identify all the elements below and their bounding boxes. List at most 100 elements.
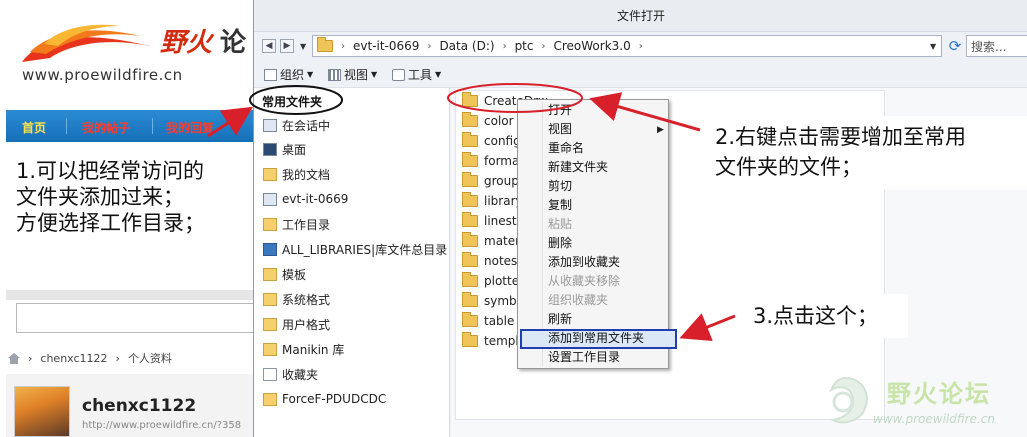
watermark: 野火论坛 www.proewildfire.cn xyxy=(815,370,1027,437)
annotation-2: 2.右键点击需要增加至常用 文件夹的文件； xyxy=(703,116,1027,190)
tools-label: 工具 xyxy=(408,68,433,82)
folder-icon xyxy=(462,172,478,187)
menu-item-new-folder[interactable]: 新建文件夹 xyxy=(548,158,608,177)
organize-menu[interactable]: 组织 ▼ xyxy=(264,66,313,83)
favorites-pane: 常用文件夹 在会话中 桌面 我的文档 evt-it-0669 工作目录 ALL_… xyxy=(254,88,450,437)
history-dropdown-icon[interactable]: ▼ xyxy=(300,42,306,51)
menu-item-add-to-common-folders[interactable]: 添加到常用文件夹 xyxy=(548,329,644,348)
search-input[interactable]: 搜索... xyxy=(966,35,1027,57)
file-label: table xyxy=(484,314,515,328)
breadcrumb-user[interactable]: chenxc1122 xyxy=(40,352,107,365)
breadcrumb: › chenxc1122 › 个人资料 xyxy=(8,350,172,366)
menu-item-delete[interactable]: 删除 xyxy=(548,234,572,253)
file-item[interactable]: linesto xyxy=(462,211,524,231)
menu-item-rename[interactable]: 重命名 xyxy=(548,139,584,158)
favorite-desktop[interactable]: 桌面 xyxy=(263,139,306,159)
address-segment[interactable]: CreoWork3.0 xyxy=(553,39,630,53)
avatar[interactable] xyxy=(14,386,70,437)
menu-item-copy[interactable]: 复制 xyxy=(548,196,572,215)
dialog-title: 文件打开 xyxy=(254,0,1027,32)
desktop-icon xyxy=(263,142,277,156)
file-item[interactable]: color xyxy=(462,111,514,131)
folder-icon xyxy=(462,232,478,247)
annotation-1-line: 方便选择工作目录； xyxy=(16,211,205,235)
menu-item-set-working-directory[interactable]: 设置工作目录 xyxy=(548,348,620,367)
favorite-templates[interactable]: 模板 xyxy=(263,264,306,284)
view-menu[interactable]: 视图 ▼ xyxy=(328,66,377,83)
address-segment[interactable]: ptc xyxy=(515,39,534,53)
favorite-label: 在会话中 xyxy=(282,118,331,133)
chevron-right-icon[interactable]: › xyxy=(503,41,507,52)
chevron-right-icon[interactable]: › xyxy=(639,41,643,52)
file-label: config xyxy=(484,134,521,148)
forward-icon[interactable]: ▶ xyxy=(280,39,294,53)
nav-my-posts-link[interactable]: 我的帖子 xyxy=(82,119,130,136)
folder-icon xyxy=(263,392,277,406)
folder-icon xyxy=(317,37,333,52)
breadcrumb-chevron-icon: › xyxy=(115,351,120,365)
logo-text-suffix: 论 xyxy=(220,28,247,58)
menu-item-cut[interactable]: 剪切 xyxy=(548,177,572,196)
file-item[interactable]: symbo xyxy=(462,291,524,311)
folder-icon xyxy=(462,272,478,287)
menu-item-add-to-favorites[interactable]: 添加到收藏夹 xyxy=(548,253,620,272)
file-item[interactable]: library xyxy=(462,191,523,211)
site-nav-bar: 首页 我的帖子 我的回复 xyxy=(6,110,253,142)
annotation-1-line: 文件夹添加过来； xyxy=(16,185,184,209)
folder-icon xyxy=(462,192,478,207)
favorite-in-session[interactable]: 在会话中 xyxy=(263,115,330,135)
menu-item-refresh[interactable]: 刷新 xyxy=(548,310,572,329)
flame-logo-icon xyxy=(22,24,158,62)
address-segment[interactable]: evt-it-0669 xyxy=(353,39,419,53)
chevron-right-icon[interactable]: › xyxy=(427,41,431,52)
format-icon xyxy=(263,292,277,306)
watermark-url: www.proewildfire.cn xyxy=(873,412,995,426)
menu-item-open[interactable]: 打开 xyxy=(548,101,572,120)
chevron-right-icon[interactable]: › xyxy=(341,41,345,52)
site-search-input[interactable] xyxy=(16,303,253,333)
address-bar[interactable]: › evt-it-0669 › Data (D:) › ptc › CreoWo… xyxy=(312,35,942,57)
favorite-documents[interactable]: 我的文档 xyxy=(263,164,330,184)
folder-icon xyxy=(462,212,478,227)
favorites-header: 常用文件夹 xyxy=(262,95,323,109)
file-item[interactable]: group xyxy=(462,171,519,191)
file-item[interactable]: config xyxy=(462,131,521,151)
nav-my-replies-link[interactable]: 我的回复 xyxy=(166,119,214,136)
favorite-computer[interactable]: evt-it-0669 xyxy=(263,189,348,209)
address-segment[interactable]: Data (D:) xyxy=(439,39,494,53)
template-icon xyxy=(263,267,277,281)
favorite-all-libraries[interactable]: ALL_LIBRARIES|库文件总目录 xyxy=(263,239,447,259)
file-item[interactable]: format xyxy=(462,151,524,171)
file-item[interactable]: table xyxy=(462,311,514,331)
logo-url: www.proewildfire.cn xyxy=(22,66,183,84)
favorite-user-formats[interactable]: 用户格式 xyxy=(263,314,330,334)
favorite-bookmarks[interactable]: 收藏夹 xyxy=(263,364,318,384)
file-item[interactable]: materi xyxy=(462,231,523,251)
annotation-3: 3.点击这个； xyxy=(738,294,908,338)
menu-item-view[interactable]: 视图 xyxy=(548,120,572,139)
address-dropdown-icon[interactable]: ▼ xyxy=(930,42,936,51)
view-label: 视图 xyxy=(344,68,369,82)
chevron-down-icon: ▼ xyxy=(371,70,378,79)
address-row: ◀ ▶ ▼ › evt-it-0669 › Data (D:) › ptc › … xyxy=(254,33,1027,59)
menu-item-organize-favorites: 组织收藏夹 xyxy=(548,293,609,307)
favorite-label: ForceF-PDUDCDC xyxy=(282,392,387,406)
chevron-right-icon[interactable]: › xyxy=(541,41,545,52)
refresh-icon[interactable]: ⟳ xyxy=(946,37,964,55)
tools-menu[interactable]: 工具 ▼ xyxy=(392,66,441,83)
chevron-down-icon: ▼ xyxy=(435,70,442,79)
favorite-manikin-library[interactable]: Manikin 库 xyxy=(263,339,344,359)
user-url[interactable]: http://www.proewildfire.cn/?358 xyxy=(82,420,241,431)
working-directory-icon xyxy=(263,217,277,231)
menu-item-paste: 粘贴 xyxy=(548,217,573,231)
favorite-working-dir[interactable]: 工作目录 xyxy=(263,214,330,234)
file-item[interactable]: plotter xyxy=(462,271,524,291)
divider xyxy=(6,290,253,300)
annotation-1-line: 1.可以把经常访问的 xyxy=(16,159,205,183)
favorite-system-formats[interactable]: 系统格式 xyxy=(263,289,330,309)
nav-home-link[interactable]: 首页 xyxy=(22,119,46,136)
back-icon[interactable]: ◀ xyxy=(262,39,276,53)
favorite-forcef-folder[interactable]: ForceF-PDUDCDC xyxy=(263,389,386,409)
home-icon[interactable] xyxy=(8,352,20,364)
file-item[interactable]: notes xyxy=(462,251,517,271)
